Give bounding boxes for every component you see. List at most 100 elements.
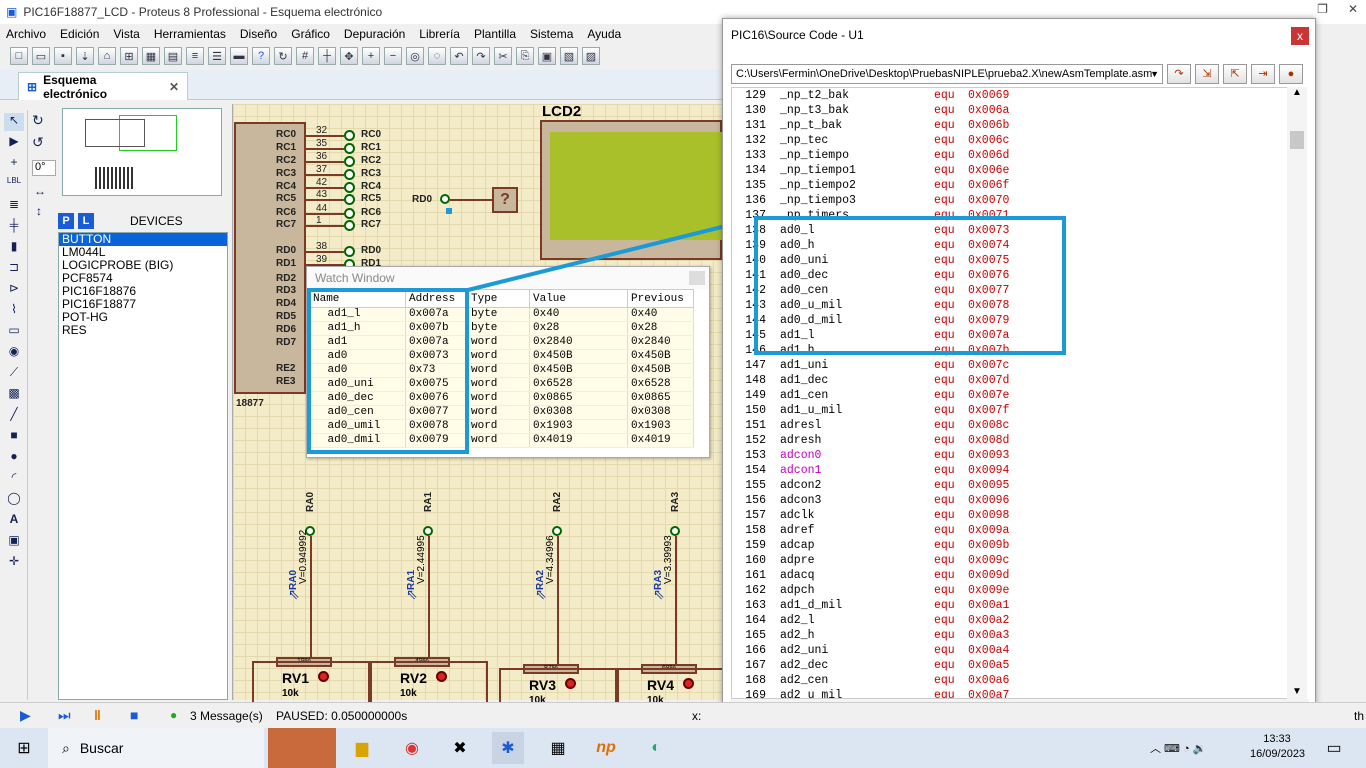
pin-icon[interactable]: ⊳ — [4, 281, 24, 299]
redo-icon[interactable]: ↷ — [472, 47, 490, 65]
code-line[interactable]: 131 _np_t_bak equ 0x006b — [732, 118, 1288, 133]
graph-icon[interactable]: ⌇ — [4, 302, 24, 320]
menu-item[interactable]: Edición — [60, 27, 99, 41]
source-file-select[interactable]: C:\Users\Fermin\OneDrive\Desktop\Pruebas… — [731, 64, 1163, 84]
zoom-out-icon[interactable]: − — [384, 47, 402, 65]
restore-button[interactable]: ❐ — [1317, 2, 1328, 22]
junction-icon[interactable]: + — [4, 155, 24, 173]
new-file-icon[interactable]: □ — [10, 47, 28, 65]
text-icon[interactable]: A — [4, 512, 24, 530]
toggle-breakpoint-icon[interactable]: ● — [1279, 64, 1303, 84]
pot-ctrl-icon[interactable] — [683, 678, 694, 689]
code-line[interactable]: 151 adresl equ 0x008c — [732, 418, 1288, 433]
bus-icon[interactable]: ╪ — [4, 218, 24, 236]
step-out-icon[interactable]: ⇱ — [1223, 64, 1247, 84]
mirror-h-icon[interactable]: ↔ — [34, 184, 46, 198]
pot-ctrl-icon[interactable] — [565, 678, 576, 689]
open-folder-icon[interactable]: ▭ — [32, 47, 50, 65]
mirror-v-icon[interactable]: ↕ — [36, 204, 42, 218]
code-listing[interactable]: 129 _np_t2_bak equ 0x0069 130 _np_t3_bak equ 0x… — [731, 87, 1289, 699]
instrument-icon[interactable]: ▩ — [4, 386, 24, 404]
stop-icon[interactable]: ■ — [130, 707, 138, 723]
watch-column-header[interactable]: Previous — [627, 289, 694, 308]
source-code-window[interactable]: PIC16\Source Code - U1 x C:\Users\Fermin… — [722, 18, 1316, 728]
step-over-icon[interactable]: ↷ — [1167, 64, 1191, 84]
paint-icon[interactable]: ◐ — [640, 732, 672, 764]
paste-icon[interactable]: ▣ — [538, 47, 556, 65]
box-icon[interactable]: ■ — [4, 428, 24, 446]
calculator-icon[interactable]: ▦ — [542, 732, 574, 764]
code-line[interactable]: 149 ad1_cen equ 0x007e — [732, 388, 1288, 403]
code-line[interactable]: 130 _np_t3_bak equ 0x006a — [732, 103, 1288, 118]
clock[interactable]: 13:33 16/09/2023 — [1250, 732, 1305, 762]
scroll-down-icon[interactable]: ▼ — [1292, 686, 1302, 697]
marker-icon[interactable]: ✛ — [4, 554, 24, 572]
block-move-icon[interactable]: ▨ — [582, 47, 600, 65]
schematic-icon[interactable]: ⊞ — [120, 47, 138, 65]
pan-icon[interactable]: ✥ — [340, 47, 358, 65]
path-icon[interactable]: ◯ — [4, 491, 24, 509]
grid-icon[interactable]: # — [296, 47, 314, 65]
vertical-scroll-thumb[interactable] — [1290, 131, 1304, 149]
logic-probe[interactable]: ? — [492, 187, 518, 213]
code-line[interactable]: 160 adpre equ 0x009c — [732, 553, 1288, 568]
mplab-icon[interactable]: ✖ — [444, 732, 476, 764]
circle-icon[interactable]: ● — [4, 449, 24, 467]
close-window-button[interactable]: ✕ — [1348, 2, 1358, 22]
code-line[interactable]: 162 adpch equ 0x009e — [732, 583, 1288, 598]
code-line[interactable]: 164 ad2_l equ 0x00a2 — [732, 613, 1288, 628]
vertical-scrollbar[interactable]: ▲ ▼ — [1287, 87, 1307, 699]
arc-icon[interactable]: ◜ — [4, 470, 24, 488]
tab-close-icon[interactable]: ✕ — [169, 80, 179, 94]
chrome-icon[interactable]: ◉ — [396, 732, 428, 764]
tape-icon[interactable]: ▭ — [4, 323, 24, 341]
tray-icons[interactable]: ︿ ⌨ ◔ 🔉 — [1150, 740, 1206, 756]
code-line[interactable]: 157 adclk equ 0x0098 — [732, 508, 1288, 523]
code-line[interactable]: 147 ad1_uni equ 0x007c — [732, 358, 1288, 373]
chip-icon[interactable]: ▦ — [142, 47, 160, 65]
device-item[interactable]: RES — [59, 324, 227, 337]
code-line[interactable]: 133 _np_tiempo equ 0x006d — [732, 148, 1288, 163]
line-icon[interactable]: ╱ — [4, 407, 24, 425]
code-line[interactable]: 134 _np_tiempo1 equ 0x006e — [732, 163, 1288, 178]
menu-item[interactable]: Gráfico — [291, 27, 330, 41]
code-line[interactable]: 165 ad2_h equ 0x00a3 — [732, 628, 1288, 643]
menu-item[interactable]: Archivo — [6, 27, 46, 41]
menu-item[interactable]: Diseño — [240, 27, 277, 41]
zoom-area-icon[interactable]: ◌ — [428, 47, 446, 65]
notes-icon[interactable]: ▬ — [230, 47, 248, 65]
run-to-cursor-icon[interactable]: ⇥ — [1251, 64, 1275, 84]
zoom-in-icon[interactable]: + — [362, 47, 380, 65]
code-line[interactable]: 148 ad1_dec equ 0x007d — [732, 373, 1288, 388]
menu-item[interactable]: Librería — [419, 27, 460, 41]
block-copy-icon[interactable]: ▧ — [560, 47, 578, 65]
library-button[interactable]: L — [78, 213, 94, 229]
step-icon[interactable]: ⏭ — [58, 707, 71, 724]
refresh-icon[interactable]: ↻ — [274, 47, 292, 65]
taskbar-search[interactable]: ⌕ Buscar — [48, 728, 264, 768]
code-line[interactable]: 158 adref equ 0x009a — [732, 523, 1288, 538]
watch-close-button[interactable] — [689, 271, 705, 285]
import-icon[interactable]: ⇣ — [76, 47, 94, 65]
component-icon[interactable]: ▶ — [4, 134, 24, 152]
pick-devices-button[interactable]: P — [58, 213, 74, 229]
code-line[interactable]: 167 ad2_dec equ 0x00a5 — [732, 658, 1288, 673]
pause-icon[interactable]: ‖ — [94, 707, 101, 723]
menu-item[interactable]: Herramientas — [154, 27, 226, 41]
rotation-field[interactable]: 0° — [32, 160, 56, 176]
code-line[interactable]: 169 ad2_u_mil equ 0x00a7 — [732, 688, 1288, 698]
code-line[interactable]: 154 adcon1 equ 0x0094 — [732, 463, 1288, 478]
menu-item[interactable]: Plantilla — [474, 27, 516, 41]
menu-item[interactable]: Vista — [113, 27, 139, 41]
gerber-icon[interactable]: ≡ — [186, 47, 204, 65]
generator-icon[interactable]: ◉ — [4, 344, 24, 362]
code-line[interactable]: 153 adcon0 equ 0x0093 — [732, 448, 1288, 463]
scroll-up-icon[interactable]: ▲ — [1292, 87, 1302, 98]
text-script-icon[interactable]: ≣ — [4, 197, 24, 215]
symbol-icon[interactable]: ▣ — [4, 533, 24, 551]
code-line[interactable]: 163 ad1_d_mil equ 0x00a1 — [732, 598, 1288, 613]
messages-count[interactable]: 3 Message(s) — [190, 709, 263, 723]
code-line[interactable]: 152 adresh equ 0x008d — [732, 433, 1288, 448]
menu-item[interactable]: Sistema — [530, 27, 573, 41]
code-line[interactable]: 161 adacq equ 0x009d — [732, 568, 1288, 583]
